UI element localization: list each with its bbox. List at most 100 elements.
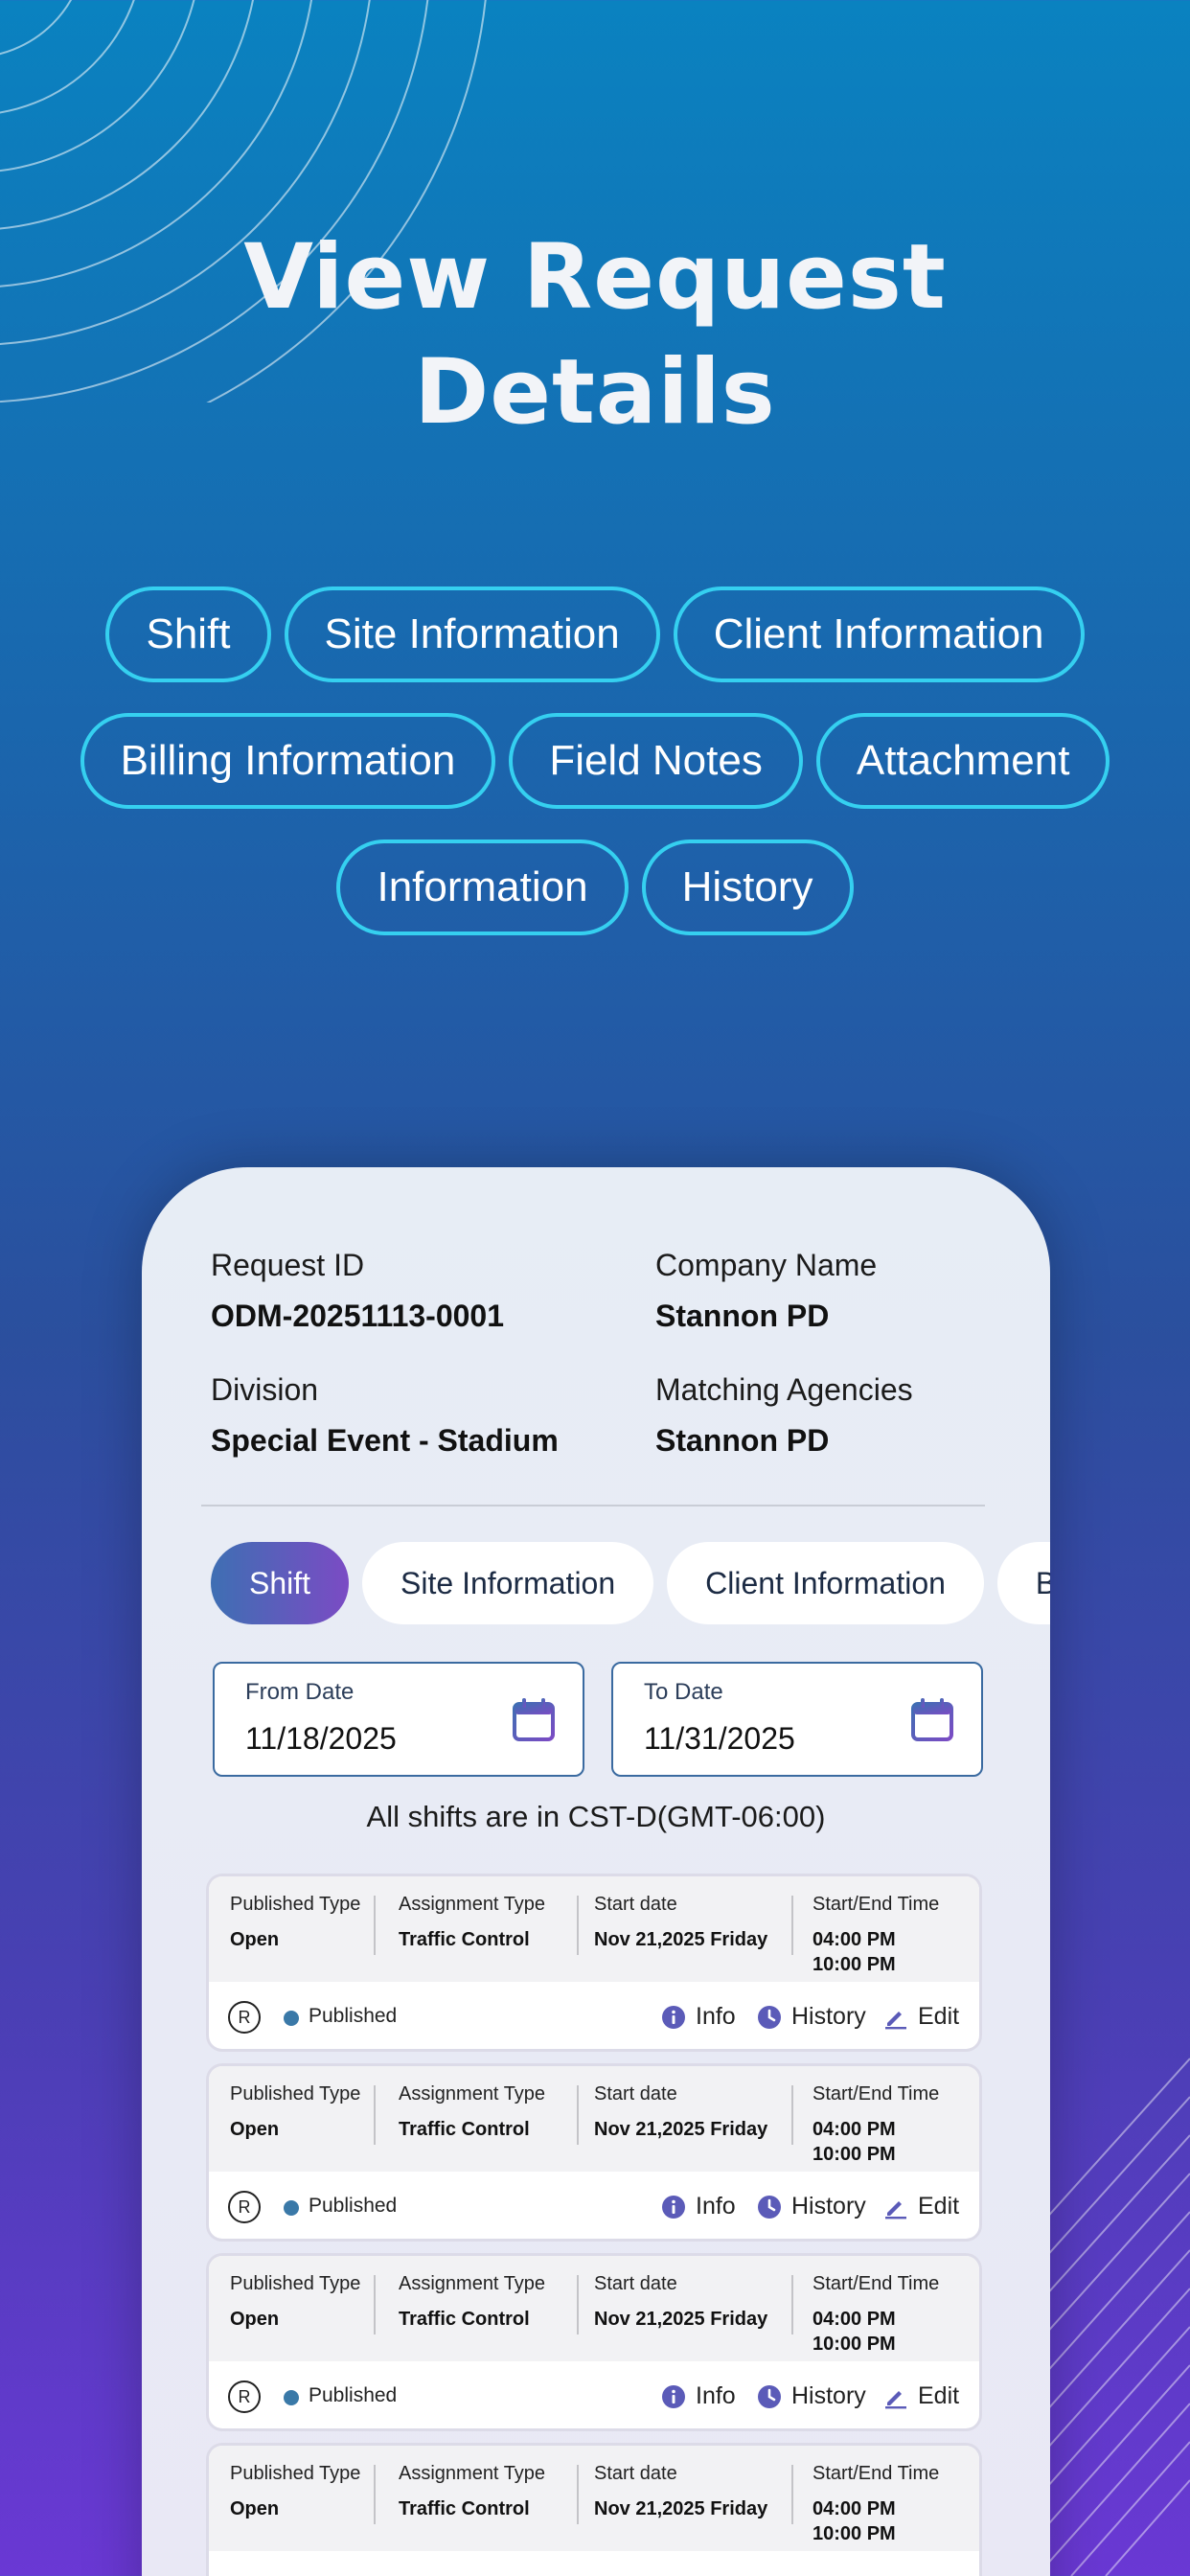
- company-name-label: Company Name: [655, 1248, 878, 1282]
- column-separator: [374, 2085, 376, 2145]
- feature-chip-information: Information: [336, 840, 629, 935]
- start-time: 04:00 PM: [812, 2498, 896, 2519]
- assignment-type-value: Traffic Control: [399, 2309, 530, 2330]
- request-id: Request ID ODM-20251113-0001: [211, 1248, 632, 1334]
- info-label: Info: [696, 2193, 736, 2220]
- column-separator: [374, 1896, 376, 1955]
- start-end-time-label: Start/End Time: [812, 1894, 940, 1915]
- feature-chip-field-notes: Field Notes: [509, 713, 803, 809]
- start-end-time-value: 04:00 PM 10:00 PM: [812, 2307, 939, 2357]
- hero-title-line2: Details: [414, 340, 776, 445]
- history-button[interactable]: History: [757, 2193, 866, 2220]
- end-time: 10:00 PM: [812, 2144, 896, 2165]
- info-label: Info: [696, 2003, 736, 2030]
- calendar-icon[interactable]: [512, 1696, 556, 1742]
- assignment-type-label: Assignment Type: [399, 2273, 546, 2294]
- start-date-label: Start date: [594, 2463, 677, 2484]
- from-date-value: 11/18/2025: [245, 1721, 397, 1756]
- feature-chips: Shift Site Information Client Informatio…: [57, 586, 1133, 935]
- clock-icon: [758, 2005, 781, 2029]
- shift-card-actions: R Published Info History Edit: [209, 1982, 979, 2049]
- timezone-note: All shifts are in CST-D(GMT-06:00): [366, 1800, 826, 1833]
- start-date: Start date Nov 21,2025 Friday: [594, 2463, 767, 2521]
- tab-billing-information[interactable]: B: [996, 1542, 1050, 1624]
- status-dot: [284, 2390, 299, 2405]
- end-time: 10:00 PM: [812, 1954, 896, 1975]
- start-date-label: Start date: [594, 2273, 677, 2294]
- start-date-label: Start date: [594, 1894, 677, 1915]
- r-badge: R: [228, 2001, 261, 2034]
- start-end-time: Start/End Time 04:00 PM 10:00 PM: [812, 1894, 939, 1977]
- tab-client-information[interactable]: Client Information: [667, 1542, 984, 1624]
- shift-card[interactable]: Published Type Open Assignment Type Traf…: [209, 2066, 979, 2239]
- column-separator: [577, 2085, 579, 2145]
- shift-card-details: Published Type Open Assignment Type Traf…: [209, 1876, 979, 1982]
- request-id-value: ODM-20251113-0001: [211, 1299, 504, 1333]
- column-separator: [791, 2275, 793, 2334]
- published-type-value: Open: [230, 2498, 280, 2519]
- r-badge: R: [228, 2191, 261, 2223]
- assignment-type: Assignment Type Traffic Control: [399, 2463, 545, 2521]
- start-end-time: Start/End Time 04:00 PM 10:00 PM: [812, 2083, 939, 2167]
- division: Division Special Event - Stadium: [211, 1372, 632, 1459]
- start-date-value: Nov 21,2025 Friday: [594, 2119, 768, 2140]
- published-type-label: Published Type: [230, 2273, 361, 2294]
- to-date-field[interactable]: To Date 11/31/2025: [611, 1662, 983, 1777]
- info-button[interactable]: Info: [661, 2193, 736, 2220]
- shift-card[interactable]: Published Type Open Assignment Type Traf…: [209, 2256, 979, 2428]
- feature-chip-attachment: Attachment: [815, 713, 1110, 809]
- assignment-type: Assignment Type Traffic Control: [399, 2273, 545, 2332]
- start-end-time: Start/End Time 04:00 PM 10:00 PM: [812, 2463, 939, 2546]
- history-button[interactable]: History: [757, 2003, 866, 2031]
- matching-agencies-value: Stannon PD: [655, 1423, 830, 1458]
- shift-card-details: Published Type Open Assignment Type Traf…: [209, 2446, 979, 2551]
- shift-card-actions: R Published Info History Edit: [209, 2172, 979, 2239]
- calendar-icon[interactable]: [910, 1696, 954, 1742]
- shift-card[interactable]: Published Type Open Assignment Type Traf…: [209, 1876, 979, 2049]
- info-label: Info: [696, 2382, 736, 2409]
- info-button[interactable]: Info: [661, 2382, 736, 2410]
- start-end-time-value: 04:00 PM 10:00 PM: [812, 2117, 939, 2167]
- column-separator: [374, 2275, 376, 2334]
- assignment-type-value: Traffic Control: [399, 1929, 530, 1950]
- edit-button[interactable]: Edit: [883, 2382, 959, 2410]
- company-name: Company Name Stannon PD: [655, 1248, 1050, 1334]
- from-date-field[interactable]: From Date 11/18/2025: [213, 1662, 584, 1777]
- start-date-value: Nov 21,2025 Friday: [594, 2498, 768, 2519]
- feature-chip-client-information: Client Information: [673, 586, 1085, 682]
- published-type-label: Published Type: [230, 1894, 361, 1915]
- info-button[interactable]: Info: [661, 2003, 736, 2031]
- tab-shift[interactable]: Shift: [211, 1542, 350, 1624]
- column-separator: [577, 1896, 579, 1955]
- division-value: Special Event - Stadium: [211, 1423, 559, 1458]
- start-date: Start date Nov 21,2025 Friday: [594, 2273, 767, 2332]
- shift-card-actions: R Published Info History Edit: [209, 2361, 979, 2428]
- assignment-type-value: Traffic Control: [399, 2119, 530, 2140]
- history-label: History: [791, 2193, 866, 2220]
- start-end-time-value: 04:00 PM 10:00 PM: [812, 2496, 939, 2546]
- start-time: 04:00 PM: [812, 2309, 896, 2330]
- start-end-time-label: Start/End Time: [812, 2463, 940, 2484]
- published-type-label: Published Type: [230, 2083, 361, 2104]
- hero-title: View Request Details: [0, 220, 1190, 450]
- published-type: Published Type Open: [230, 1894, 360, 1952]
- status-dot: [284, 2200, 299, 2216]
- to-date-label: To Date: [644, 1679, 723, 1705]
- shift-card[interactable]: Published Type Open Assignment Type Traf…: [209, 2446, 979, 2576]
- history-label: History: [791, 2003, 866, 2030]
- status-dot: [284, 2011, 299, 2026]
- published-type-value: Open: [230, 2119, 280, 2140]
- phone-screen: Request ID ODM-20251113-0001 Company Nam…: [142, 1167, 1050, 2576]
- from-date-label: From Date: [245, 1679, 355, 1705]
- status-badge: Published: [309, 2005, 398, 2027]
- edit-button[interactable]: Edit: [883, 2003, 959, 2031]
- history-button[interactable]: History: [757, 2382, 866, 2410]
- edit-label: Edit: [918, 2193, 960, 2220]
- divider: [201, 1505, 985, 1506]
- pencil-icon: [885, 2011, 906, 2029]
- edit-button[interactable]: Edit: [883, 2193, 959, 2220]
- published-type: Published Type Open: [230, 2463, 360, 2521]
- division-label: Division: [211, 1372, 319, 1407]
- tab-site-information[interactable]: Site Information: [362, 1542, 654, 1624]
- feature-chip-site-information: Site Information: [284, 586, 660, 682]
